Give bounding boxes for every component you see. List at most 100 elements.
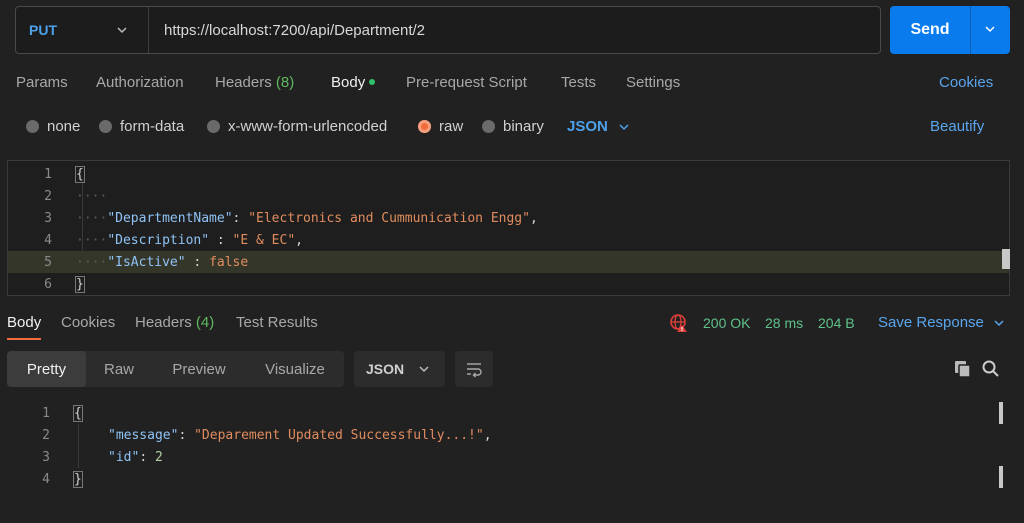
json-key: "DepartmentName" [107, 210, 233, 226]
tab-tests[interactable]: Tests [561, 74, 596, 91]
radio-raw[interactable]: raw [418, 118, 463, 135]
json-separator: : [209, 232, 233, 248]
url-input[interactable] [164, 7, 864, 53]
json-separator: : [232, 210, 249, 226]
text-cursor [1002, 249, 1010, 269]
json-separator: : [178, 427, 195, 443]
json-value: "Deparement Updated Successfully...!" [194, 427, 484, 443]
view-pretty[interactable]: Pretty [7, 351, 86, 387]
view-visualize[interactable]: Visualize [246, 351, 344, 387]
search-icon[interactable] [981, 359, 1001, 379]
editor-line: 4 ····"Description" : "E & EC", [8, 229, 1009, 251]
radio-urlencoded-label: x-www-form-urlencoded [228, 118, 388, 135]
send-button[interactable]: Send [890, 6, 970, 54]
whitespace-marker: ···· [76, 232, 108, 248]
json-key: "Description" [107, 232, 210, 248]
radio-circle [99, 120, 112, 133]
response-tab-test-results[interactable]: Test Results [236, 314, 318, 331]
json-key: "IsActive" [107, 254, 186, 270]
headers-count: (8) [275, 74, 295, 91]
line-code: } [75, 275, 85, 293]
editor-line: 3 ····"DepartmentName": "Electronics and… [8, 207, 1009, 229]
radio-raw-label: raw [439, 118, 464, 135]
line-code: ····"IsActive" : false [76, 255, 248, 270]
line-number: 6 [44, 276, 52, 292]
line-number: 3 [44, 210, 52, 226]
line-code: "message": "Deparement Updated Successfu… [108, 428, 492, 443]
close-brace: } [73, 470, 83, 488]
tab-body[interactable]: Body [331, 74, 376, 91]
view-preview[interactable]: Preview [152, 351, 246, 387]
response-line: 4 } [0, 468, 1000, 490]
save-response-button[interactable]: Save Response [878, 314, 1005, 331]
radio-form-data-label: form-data [120, 118, 185, 135]
json-key: "message" [108, 427, 179, 443]
editor-line: 2 ···· [8, 185, 1009, 207]
response-body-viewer[interactable]: 1 { 2 "message": "Deparement Updated Suc… [0, 402, 1010, 502]
line-number: 1 [44, 166, 52, 182]
tab-headers[interactable]: Headers (8) [215, 74, 294, 91]
response-format-select[interactable]: JSON [354, 351, 445, 387]
status-code[interactable]: 200 OK [703, 315, 750, 331]
response-tab-body[interactable]: Body [7, 314, 41, 331]
method-label: PUT [29, 22, 57, 38]
open-brace: { [73, 404, 83, 422]
chevron-down-icon [619, 123, 629, 130]
scrollbar-thumb[interactable] [999, 466, 1003, 488]
response-size[interactable]: 204 B [818, 315, 855, 331]
close-brace: } [75, 275, 85, 293]
scrollbar-thumb[interactable] [999, 402, 1003, 424]
request-url-bar: PUT [15, 6, 881, 54]
cookies-link[interactable]: Cookies [939, 74, 993, 91]
save-response-label: Save Response [878, 314, 984, 331]
wrap-lines-button[interactable] [455, 351, 493, 387]
radio-urlencoded[interactable]: x-www-form-urlencoded [207, 118, 387, 135]
response-line: 2 "message": "Deparement Updated Success… [0, 424, 1000, 446]
json-separator: : [139, 449, 155, 465]
line-code: "id": 2 [108, 450, 163, 465]
radio-circle [207, 120, 220, 133]
chevron-down-icon [419, 366, 429, 373]
copy-icon[interactable] [953, 359, 973, 379]
whitespace-marker: ···· [76, 254, 108, 270]
globe-warning-icon[interactable] [669, 313, 689, 333]
method-select[interactable]: PUT [16, 7, 149, 53]
response-tab-headers[interactable]: Headers (4) [135, 314, 214, 331]
editor-line-active: 5 ····"IsActive" : false [8, 251, 1009, 273]
tab-authorization[interactable]: Authorization [96, 74, 184, 91]
body-format-label: JSON [567, 118, 608, 135]
send-button-group: Send [890, 6, 1010, 54]
tab-prerequest-script[interactable]: Pre-request Script [406, 74, 527, 91]
line-number: 4 [44, 232, 52, 248]
whitespace-marker: ···· [76, 188, 108, 204]
tab-settings[interactable]: Settings [626, 74, 680, 91]
view-raw[interactable]: Raw [86, 351, 152, 387]
editor-line: 6 } [8, 273, 1009, 295]
line-code: ···· [76, 189, 107, 204]
json-comma: , [529, 210, 538, 226]
tab-params[interactable]: Params [16, 74, 68, 91]
json-value: false [209, 254, 249, 270]
request-body-editor[interactable]: 1 { 2 ···· 3 ····"DepartmentName": "Elec… [7, 160, 1010, 296]
body-format-select[interactable]: JSON [567, 118, 630, 135]
radio-binary[interactable]: binary [482, 118, 544, 135]
tab-headers-label: Headers [215, 74, 272, 91]
line-number: 3 [42, 449, 50, 465]
json-value: 2 [154, 449, 163, 465]
response-format-label: JSON [366, 361, 405, 377]
response-line: 1 { [0, 402, 1000, 424]
line-number: 4 [42, 471, 50, 487]
json-key: "id" [108, 449, 140, 465]
line-number: 5 [44, 254, 52, 270]
beautify-link[interactable]: Beautify [930, 118, 984, 135]
response-tab-cookies[interactable]: Cookies [61, 314, 115, 331]
wrap-lines-icon [467, 363, 482, 378]
response-time[interactable]: 28 ms [765, 315, 803, 331]
chevron-down-icon[interactable] [984, 23, 996, 35]
radio-none[interactable]: none [26, 118, 80, 135]
radio-none-label: none [47, 118, 81, 135]
radio-form-data[interactable]: form-data [99, 118, 184, 135]
json-comma: , [295, 232, 303, 248]
open-brace: { [75, 165, 85, 183]
radio-circle [482, 120, 495, 133]
